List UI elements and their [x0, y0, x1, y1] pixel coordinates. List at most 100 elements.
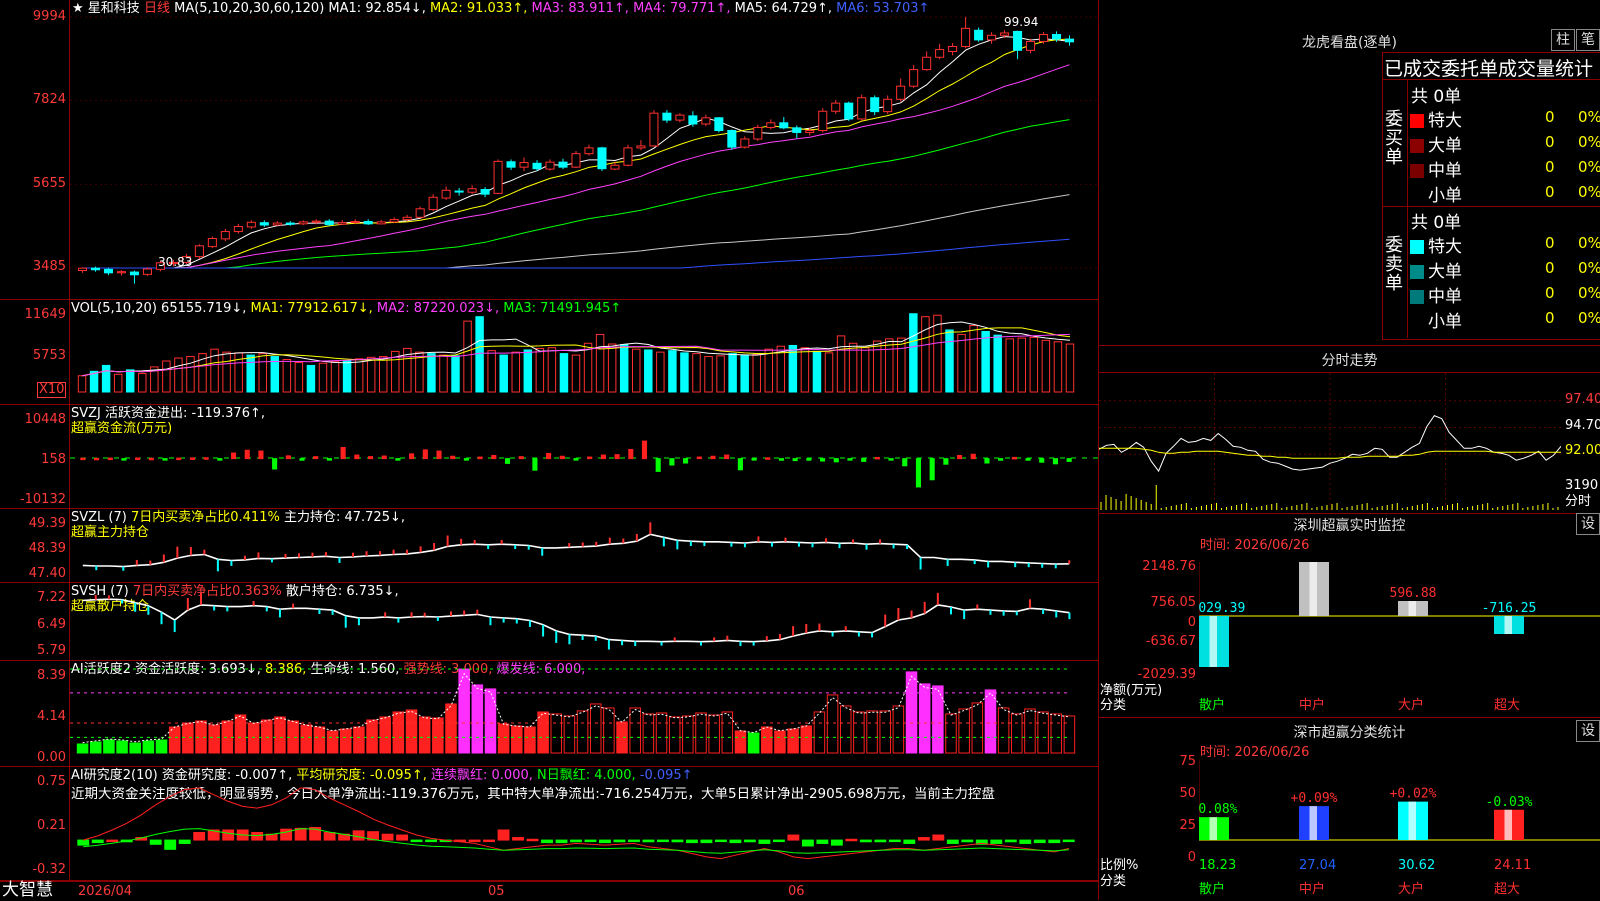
tick-view-button[interactable]: 笔 [1576, 29, 1600, 51]
candle-body [675, 114, 685, 121]
svzj-chart[interactable] [70, 405, 1098, 508]
stats-xlabel: 分类 [1100, 874, 1127, 889]
candle-body [1000, 32, 1010, 36]
sell-row: 大单 0 0% [1410, 257, 1600, 282]
stats-settings-button[interactable]: 设 [1576, 720, 1600, 742]
ai-activity-bar [313, 726, 326, 754]
svsh-chart[interactable] [70, 583, 1098, 660]
svzj-bar [148, 457, 154, 461]
research-bar [222, 829, 235, 841]
research-bar [758, 839, 771, 844]
svzl-pane[interactable]: SVZL (7) 7日内买卖净占比0.411% 主力持仓: 47.725↓, 超… [0, 509, 1098, 583]
svzj-bar [943, 458, 949, 465]
svzj-bar [107, 457, 113, 461]
price-pane[interactable]: ★ 星和科技 日线 MA(5,10,20,30,60,120) MA1: 92.… [0, 0, 1098, 300]
price-chart[interactable] [70, 0, 1098, 299]
svzj-bar [436, 450, 442, 460]
volume-bar [318, 362, 328, 393]
svzj-bar [861, 458, 867, 462]
svzj-bar [422, 449, 428, 460]
volume-chart[interactable] [70, 300, 1098, 404]
stats-value-2: 30.62 [1398, 858, 1436, 873]
ai-activity-bar [537, 711, 549, 754]
ai-activity-bar [853, 711, 865, 754]
volume-bar [77, 375, 87, 393]
volume-bar [1017, 337, 1027, 393]
svsh-ytick-1: 6.49 [37, 617, 66, 632]
stats-category-1: 中户 [1299, 882, 1326, 897]
research-bar [1004, 839, 1017, 843]
monitor-time: 时间: 2026/06/26 [1200, 538, 1310, 553]
svzj-bar [450, 455, 456, 460]
ai-activity-bar [89, 741, 102, 754]
volume-pane[interactable]: VOL(5,10,20) 65155.719↓, MA1: 77912.617↓… [0, 300, 1098, 405]
volume-bar [535, 347, 545, 393]
svzj-bar [80, 457, 86, 461]
vol-ytick-1: 5753 [32, 348, 66, 363]
svzj-bar [395, 458, 401, 461]
stats-chart[interactable]: -0.08% +0.09% +0.02% -0.03% [1199, 760, 1600, 900]
ai-activity-pane[interactable]: AI活跃度2 资金活跃度: 3.693↓, 8.386, 生命线: 1.560,… [0, 661, 1098, 767]
ai-activity-bar [550, 713, 563, 754]
research-bar [425, 839, 438, 843]
svsh-pane[interactable]: SVSH (7) 7日内买卖净占比0.363% 散户持仓: 6.735↓, 超赢… [0, 583, 1098, 661]
svzj-bar [614, 454, 620, 460]
monitor-chart[interactable]: -2029.39 2148.76 596.88 -716.25 [1199, 560, 1600, 700]
svzj-bar [587, 456, 593, 460]
candle-body [532, 162, 542, 170]
candle-body [493, 160, 503, 194]
ai-activity-bar [339, 728, 352, 754]
ai-activity-bar [366, 719, 378, 754]
stats-ylabel: 比例% [1100, 858, 1139, 873]
monitor-xlabel: 分类 [1100, 698, 1127, 713]
volume-bar [451, 355, 460, 393]
monitor-settings-button[interactable]: 设 [1576, 513, 1600, 535]
candle-body [753, 126, 763, 140]
volume-bar [704, 356, 713, 393]
research-bar [642, 839, 655, 843]
candle-body [974, 29, 984, 41]
svzj-bar [203, 457, 209, 460]
price-ytick-2: 5655 [32, 176, 66, 191]
monitor-bar-highlight [1504, 615, 1512, 634]
volume-bar [342, 360, 352, 393]
candle-body [662, 112, 672, 121]
intraday-chart[interactable] [1099, 373, 1561, 511]
volume-bar [1029, 336, 1039, 393]
ai-activity-bar [787, 728, 799, 754]
research-bar [772, 839, 785, 843]
research-bar [178, 839, 191, 844]
date-label-06: 06 [788, 884, 805, 899]
ai-activity-bar [392, 711, 405, 754]
svzj-bar [244, 449, 250, 460]
volume-bar [848, 342, 858, 393]
svzj-pane[interactable]: SVZJ 活跃资金进出: -119.376↑, 超赢资金流(万元) 10448 … [0, 405, 1098, 509]
research-bar [570, 839, 582, 843]
research-bar [613, 839, 626, 843]
research-bar [1019, 839, 1032, 844]
bar-view-button[interactable]: 柱 [1551, 29, 1575, 51]
svzj-bar [354, 454, 360, 460]
ai-activity-bar [208, 724, 220, 754]
research-chart[interactable] [70, 767, 1098, 880]
sell-color-swatch [1410, 290, 1424, 304]
ai-activity-chart[interactable] [70, 661, 1098, 766]
ai-activity-bar [668, 716, 681, 754]
svsh-line [82, 598, 1070, 643]
ai-activity-bar [642, 713, 655, 754]
svzj-bar [518, 456, 524, 460]
volume-bar [547, 347, 557, 393]
stats-time: 时间: 2026/06/26 [1200, 745, 1310, 760]
ai-activity-bar [524, 726, 536, 754]
svzl-chart[interactable] [70, 509, 1098, 582]
stats-divider-2 [1382, 206, 1600, 207]
ai-activity-bar [892, 705, 905, 754]
volume-bar [981, 330, 990, 393]
volume-bar [800, 347, 810, 393]
ai-activity-bar [695, 712, 707, 754]
research-pane[interactable]: AI研究度2(10) 资金研究度: -0.007↑, 平均研究度: -0.095… [0, 767, 1098, 881]
volume-bar [125, 369, 135, 393]
brand-logo[interactable]: 大智慧 [2, 881, 53, 900]
monitor-ylabel: 净额(万元) [1100, 683, 1163, 698]
candle-body [311, 220, 321, 223]
